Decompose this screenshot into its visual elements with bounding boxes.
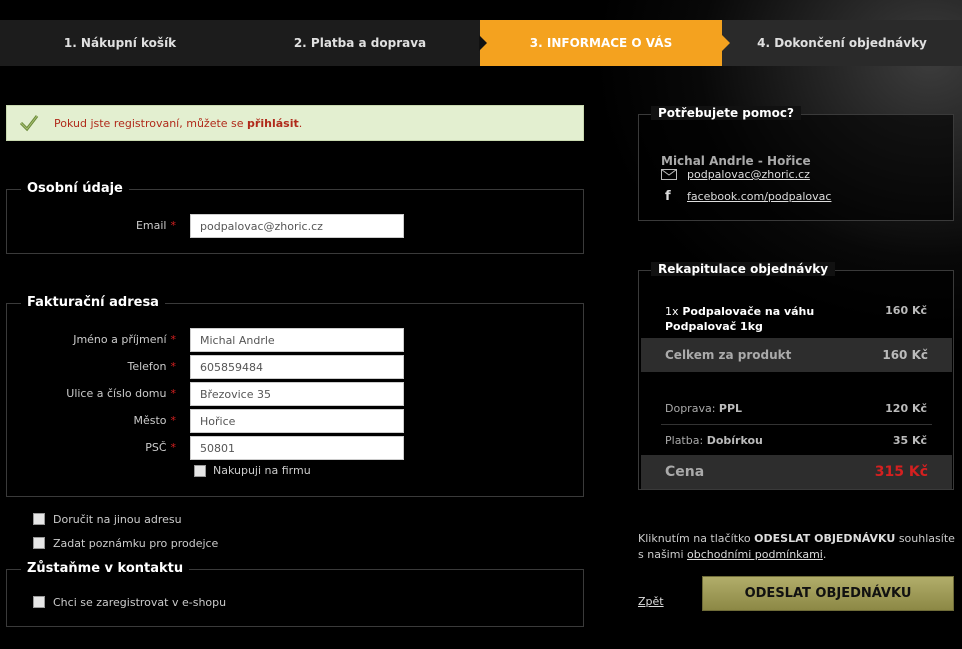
help-panel: Potřebujete pomoc? Michal Andrle - Hořic… <box>638 106 954 221</box>
facebook-icon: f <box>665 189 671 204</box>
city-label: Město * <box>133 414 176 427</box>
chevron-right-icon <box>479 35 487 51</box>
step-payment-shipping[interactable]: 2. Platba a doprava <box>240 20 487 66</box>
zip-field[interactable] <box>190 436 404 460</box>
check-icon <box>19 115 39 132</box>
submit-order-button[interactable]: ODESLAT OBJEDNÁVKU <box>702 576 954 611</box>
product-total-bar: Celkem za produkt 160 Kč <box>641 338 952 372</box>
street-label: Ulice a číslo domu * <box>66 387 176 400</box>
panel-title: Rekapitulace objednávky <box>651 262 836 276</box>
zip-row: PSČ * <box>7 436 583 460</box>
contact-email-link[interactable]: podpalovac@zhoric.cz <box>687 168 810 181</box>
personal-info-section: Osobní údaje Email * <box>6 181 584 254</box>
billing-address-section: Fakturační adresa Jméno a příjmení* Tele… <box>6 295 584 497</box>
email-label: Email * <box>135 219 176 232</box>
product-total-label: Celkem za produkt <box>665 348 792 362</box>
terms-text: Kliknutím na tlačítko ODESLAT OBJEDNÁVKU… <box>638 532 955 561</box>
seller-note-checkbox[interactable] <box>33 537 45 549</box>
street-field[interactable] <box>190 382 404 406</box>
section-title: Zůstaňme v kontaktu <box>21 561 190 576</box>
item-price: 160 Kč <box>885 304 927 317</box>
other-address-label: Doručit na jinou adresu <box>53 513 182 526</box>
city-field[interactable] <box>190 409 404 433</box>
email-field[interactable] <box>190 214 404 238</box>
notice-text-end: . <box>298 117 303 130</box>
city-row: Město * <box>7 409 583 433</box>
phone-field[interactable] <box>190 355 404 379</box>
payment-line: Platba: Dobírkou <box>665 434 763 447</box>
contact-facebook-row: f facebook.com/podpalovac <box>661 189 941 204</box>
facebook-link[interactable]: facebook.com/podpalovac <box>687 190 831 203</box>
register-checkbox[interactable] <box>33 596 45 608</box>
step-label: 3. INFORMACE O VÁS <box>529 36 673 50</box>
name-row: Jméno a příjmení * <box>7 328 583 352</box>
contact-name: Michal Andrle - Hořice <box>661 154 811 168</box>
summary-item: 1x Podpalovače na váhu Podpalovač 1kg <box>665 305 815 333</box>
register-label: Chci se zaregistrovat v e-shopu <box>53 596 227 609</box>
product-total-value: 160 Kč <box>882 348 928 362</box>
shipping-price: 120 Kč <box>885 402 927 415</box>
zip-label: PSČ * <box>145 441 176 454</box>
grand-total-label: Cena <box>665 464 705 480</box>
terms-link[interactable]: obchodními podmínkami <box>687 548 823 561</box>
street-row: Ulice a číslo domu * <box>7 382 583 406</box>
step-cart[interactable]: 1. Nákupní košík <box>0 20 240 66</box>
company-checkbox[interactable] <box>194 465 206 477</box>
panel-title: Potřebujete pomoc? <box>651 106 801 120</box>
divider <box>661 424 932 425</box>
checkout-steps: 1. Nákupní košík 2. Platba a doprava 3. … <box>0 20 962 66</box>
grand-total-value: 315 Kč <box>874 464 928 480</box>
company-label: Nakupuji na firmu <box>213 464 311 477</box>
name-field[interactable] <box>190 328 404 352</box>
step-label: 4. Dokončení objednávky <box>757 36 927 50</box>
order-summary-panel: Rekapitulace objednávky 1x Podpalovače n… <box>638 262 954 490</box>
seller-note-label: Zadat poznámku pro prodejce <box>53 537 219 550</box>
section-title: Fakturační adresa <box>21 295 165 310</box>
notice-text: Pokud jste registrovaní, můžete se <box>54 117 248 130</box>
payment-price: 35 Kč <box>892 434 927 447</box>
contact-email-row: podpalovac@zhoric.cz <box>661 168 941 181</box>
other-address-checkbox[interactable] <box>33 513 45 525</box>
step-completion[interactable]: 4. Dokončení objednávky <box>722 20 962 66</box>
back-link[interactable]: Zpět <box>638 595 664 608</box>
section-title: Osobní údaje <box>21 181 129 196</box>
contact-section: Zůstaňme v kontaktu Chci se zaregistrova… <box>6 561 584 627</box>
name-label: Jméno a příjmení * <box>73 333 176 346</box>
phone-row: Telefon * <box>7 355 583 379</box>
mail-icon <box>661 169 677 180</box>
phone-label: Telefon * <box>127 360 176 373</box>
grand-total-bar: Cena 315 Kč <box>641 455 952 489</box>
step-information[interactable]: 3. INFORMACE O VÁS <box>480 20 730 66</box>
step-label: 2. Platba a doprava <box>293 36 427 50</box>
shipping-line: Doprava: PPL <box>665 402 743 415</box>
email-row: Email * <box>7 214 583 238</box>
login-link[interactable]: přihlásit <box>247 117 299 130</box>
step-label: 1. Nákupní košík <box>63 36 177 50</box>
chevron-right-icon <box>722 35 730 51</box>
login-notice: Pokud jste registrovaní, můžete se přihl… <box>6 105 584 141</box>
